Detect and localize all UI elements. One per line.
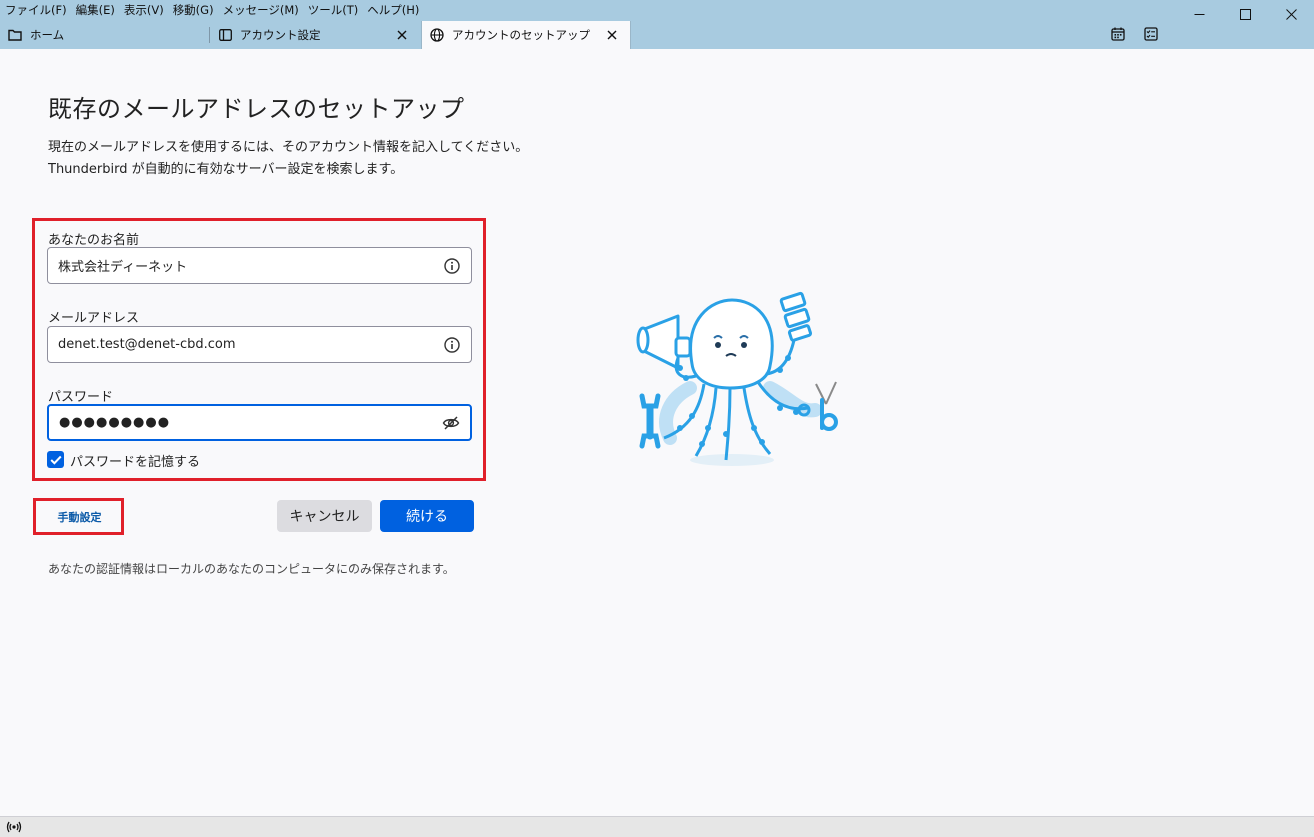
password-value: ●●●●●●●●●: [59, 415, 171, 430]
continue-button[interactable]: 続ける: [380, 500, 474, 532]
tab-account-setup[interactable]: アカウントのセットアップ: [421, 21, 631, 49]
tasks-button[interactable]: [1142, 25, 1160, 43]
info-icon[interactable]: [442, 256, 462, 276]
tab-account-settings[interactable]: アカウント設定: [210, 21, 420, 49]
close-icon: [1285, 8, 1297, 20]
email-field[interactable]: denet.test@denet-cbd.com: [47, 326, 472, 363]
octopus-mascot-illustration: [636, 291, 838, 466]
tab-home[interactable]: ホーム: [0, 21, 208, 49]
menu-tools[interactable]: ツール(T): [303, 0, 363, 20]
checkmark-icon: [49, 455, 62, 465]
menu-bar: ファイル(F) 編集(E) 表示(V) 移動(G) メッセージ(M) ツール(T…: [0, 0, 423, 20]
tab-account-setup-label: アカウントのセットアップ: [452, 28, 590, 42]
name-label: あなたのお名前: [48, 233, 140, 248]
name-field[interactable]: 株式会社ディーネット: [47, 247, 472, 284]
menu-help[interactable]: ヘルプ(H): [362, 0, 423, 20]
tab-close-button[interactable]: [394, 27, 410, 43]
remember-password-checkbox[interactable]: [47, 451, 64, 468]
email-label: メールアドレス: [48, 311, 140, 326]
page-title: 既存のメールアドレスのセットアップ: [48, 95, 465, 123]
tab-home-label: ホーム: [30, 28, 65, 42]
email-value: denet.test@denet-cbd.com: [58, 337, 236, 352]
menu-go[interactable]: 移動(G): [168, 0, 218, 20]
status-bar: [0, 816, 1314, 837]
globe-icon: [429, 27, 445, 43]
password-label: パスワード: [48, 390, 114, 405]
tasks-icon: [1144, 27, 1158, 41]
menu-message[interactable]: メッセージ(M): [218, 0, 303, 20]
password-field[interactable]: ●●●●●●●●●: [47, 404, 472, 441]
credentials-note: あなたの認証情報はローカルのあなたのコンピュータにのみ保存されます。: [48, 562, 455, 576]
calendar-icon: [1111, 27, 1125, 41]
maximize-icon: [1239, 8, 1251, 20]
info-icon[interactable]: [442, 335, 462, 355]
page-description: 現在のメールアドレスを使用するには、そのアカウント情報を記入してください。 Th…: [48, 137, 528, 181]
sidebar-panel-icon: [217, 27, 233, 43]
description-line-1: 現在のメールアドレスを使用するには、そのアカウント情報を記入してください。: [48, 140, 529, 155]
name-value: 株式会社ディーネット: [58, 260, 188, 275]
folder-icon: [7, 27, 23, 43]
calendar-button[interactable]: [1109, 25, 1127, 43]
tab-account-settings-label: アカウント設定: [240, 28, 321, 42]
menu-file[interactable]: ファイル(F): [0, 0, 71, 20]
eye-slash-icon[interactable]: [441, 413, 461, 433]
minimize-icon: [1194, 13, 1204, 15]
menu-edit[interactable]: 編集(E): [71, 0, 119, 20]
close-icon: [607, 30, 617, 40]
tab-close-button[interactable]: [604, 27, 620, 43]
remember-password-label[interactable]: パスワードを記憶する: [70, 451, 200, 470]
close-icon: [397, 30, 407, 40]
cancel-button[interactable]: キャンセル: [277, 500, 372, 532]
description-line-2: Thunderbird が自動的に有効なサーバー設定を検索します。: [48, 162, 404, 177]
manual-config-button[interactable]: 手動設定: [38, 502, 121, 531]
window-chrome: ファイル(F) 編集(E) 表示(V) 移動(G) メッセージ(M) ツール(T…: [0, 0, 1314, 49]
menu-view[interactable]: 表示(V): [119, 0, 168, 20]
online-status-icon[interactable]: [6, 820, 22, 834]
